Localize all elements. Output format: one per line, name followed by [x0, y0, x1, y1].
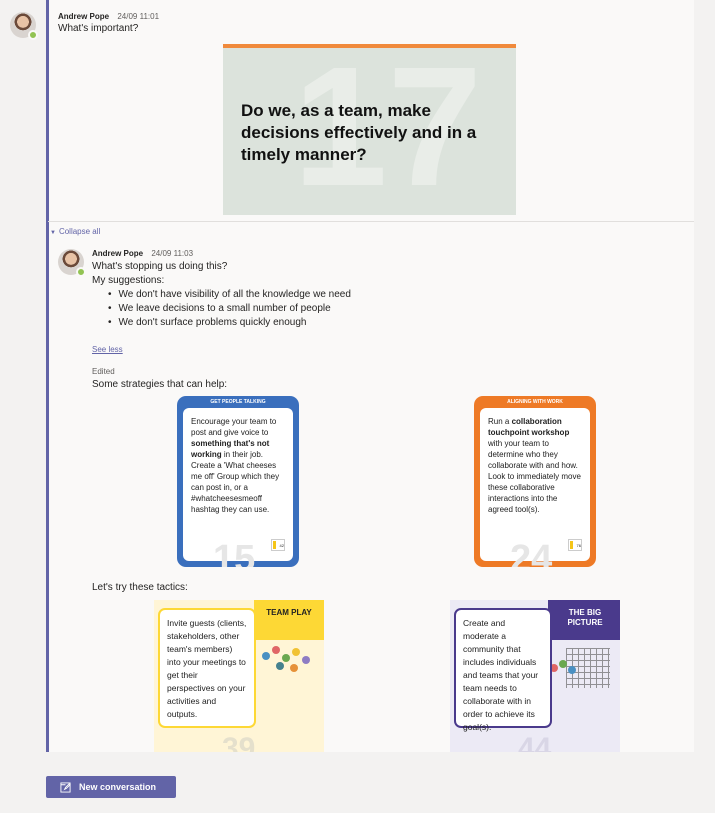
tactic-number: 44: [518, 732, 552, 752]
card-text-pre: Encourage your team to post and give voi…: [191, 417, 277, 437]
list-item: We leave decisions to a small number of …: [108, 302, 351, 316]
reply-line-1: What's stopping us doing this?: [92, 261, 228, 272]
new-conversation-button[interactable]: New conversation: [46, 776, 176, 798]
card-header: GET PEOPLE TALKING: [210, 399, 266, 405]
collapse-all-label: Collapse all: [58, 227, 101, 236]
divider: [48, 221, 694, 222]
tactic-header-band: [254, 600, 324, 640]
author-name[interactable]: Andrew Pope: [58, 12, 109, 21]
tactic-card[interactable]: TEAM PLAY Invite guests (clients, stakeh…: [154, 600, 324, 752]
tactic-text: Create and moderate a community that inc…: [454, 608, 552, 732]
card-number: 15: [213, 538, 256, 567]
message-text: What's important?: [58, 23, 139, 34]
card-number: 24: [510, 538, 553, 567]
message-meta: Andrew Pope 24/09 11:01: [58, 12, 159, 21]
message-timestamp: 24/09 11:01: [117, 12, 160, 21]
compose-icon: [60, 781, 71, 793]
strategies-label: Some strategies that can help:: [92, 379, 228, 390]
card-text-post: with your team to determine who they col…: [488, 439, 581, 514]
suggestions-list: We don't have visibility of all the know…: [108, 288, 351, 330]
tactic-title: THE BIG PICTURE: [567, 608, 603, 627]
reply-avatar[interactable]: [58, 249, 86, 277]
caret-down-icon: ▼: [50, 230, 56, 236]
edited-label: Edited: [92, 367, 115, 376]
tactics-label: Let's try these tactics:: [92, 582, 188, 593]
reply-line-2: My suggestions:: [92, 275, 165, 286]
card-header: ALIGNING WITH WORK: [507, 399, 563, 405]
card-body: Encourage your team to post and give voi…: [183, 408, 293, 567]
tactic-title: TEAM PLAY: [266, 608, 312, 617]
card-text-pre: Run a: [488, 417, 512, 426]
presence-available-icon: [28, 30, 38, 40]
strategy-card[interactable]: GET PEOPLE TALKING Encourage your team t…: [177, 396, 299, 567]
card-text-post: in their job. Create a 'What cheeses me …: [191, 450, 280, 514]
team-people-icon: [260, 646, 318, 676]
new-conversation-label: New conversation: [79, 782, 157, 792]
card-mini-badge: 42: [271, 539, 285, 551]
reply-timestamp: 24/09 11:03: [151, 249, 194, 258]
see-less-link[interactable]: See less: [92, 345, 123, 354]
list-item: We don't surface problems quickly enough: [108, 316, 351, 330]
reply-author-name[interactable]: Andrew Pope: [92, 249, 143, 258]
collapse-all-button[interactable]: ▼ Collapse all: [50, 227, 100, 236]
tactic-number: 39: [222, 732, 256, 752]
list-item: We don't have visibility of all the know…: [108, 288, 351, 302]
team-people-icon: [550, 660, 580, 690]
slide-image[interactable]: 17 Do we, as a team, make decisions effe…: [223, 44, 516, 215]
avatar[interactable]: [10, 12, 38, 40]
slide-question: Do we, as a team, make decisions effecti…: [241, 101, 477, 164]
card-body: Run a collaboration touchpoint workshop …: [480, 408, 590, 567]
tactic-card[interactable]: THE BIG PICTURE Create and moderate a co…: [450, 600, 620, 752]
presence-available-icon: [76, 267, 86, 277]
card-mini-badge: 76: [568, 539, 582, 551]
tactic-text: Invite guests (clients, stakeholders, ot…: [158, 608, 256, 728]
strategy-card[interactable]: ALIGNING WITH WORK Run a collaboration t…: [474, 396, 596, 567]
reply-meta: Andrew Pope 24/09 11:03: [92, 249, 193, 258]
